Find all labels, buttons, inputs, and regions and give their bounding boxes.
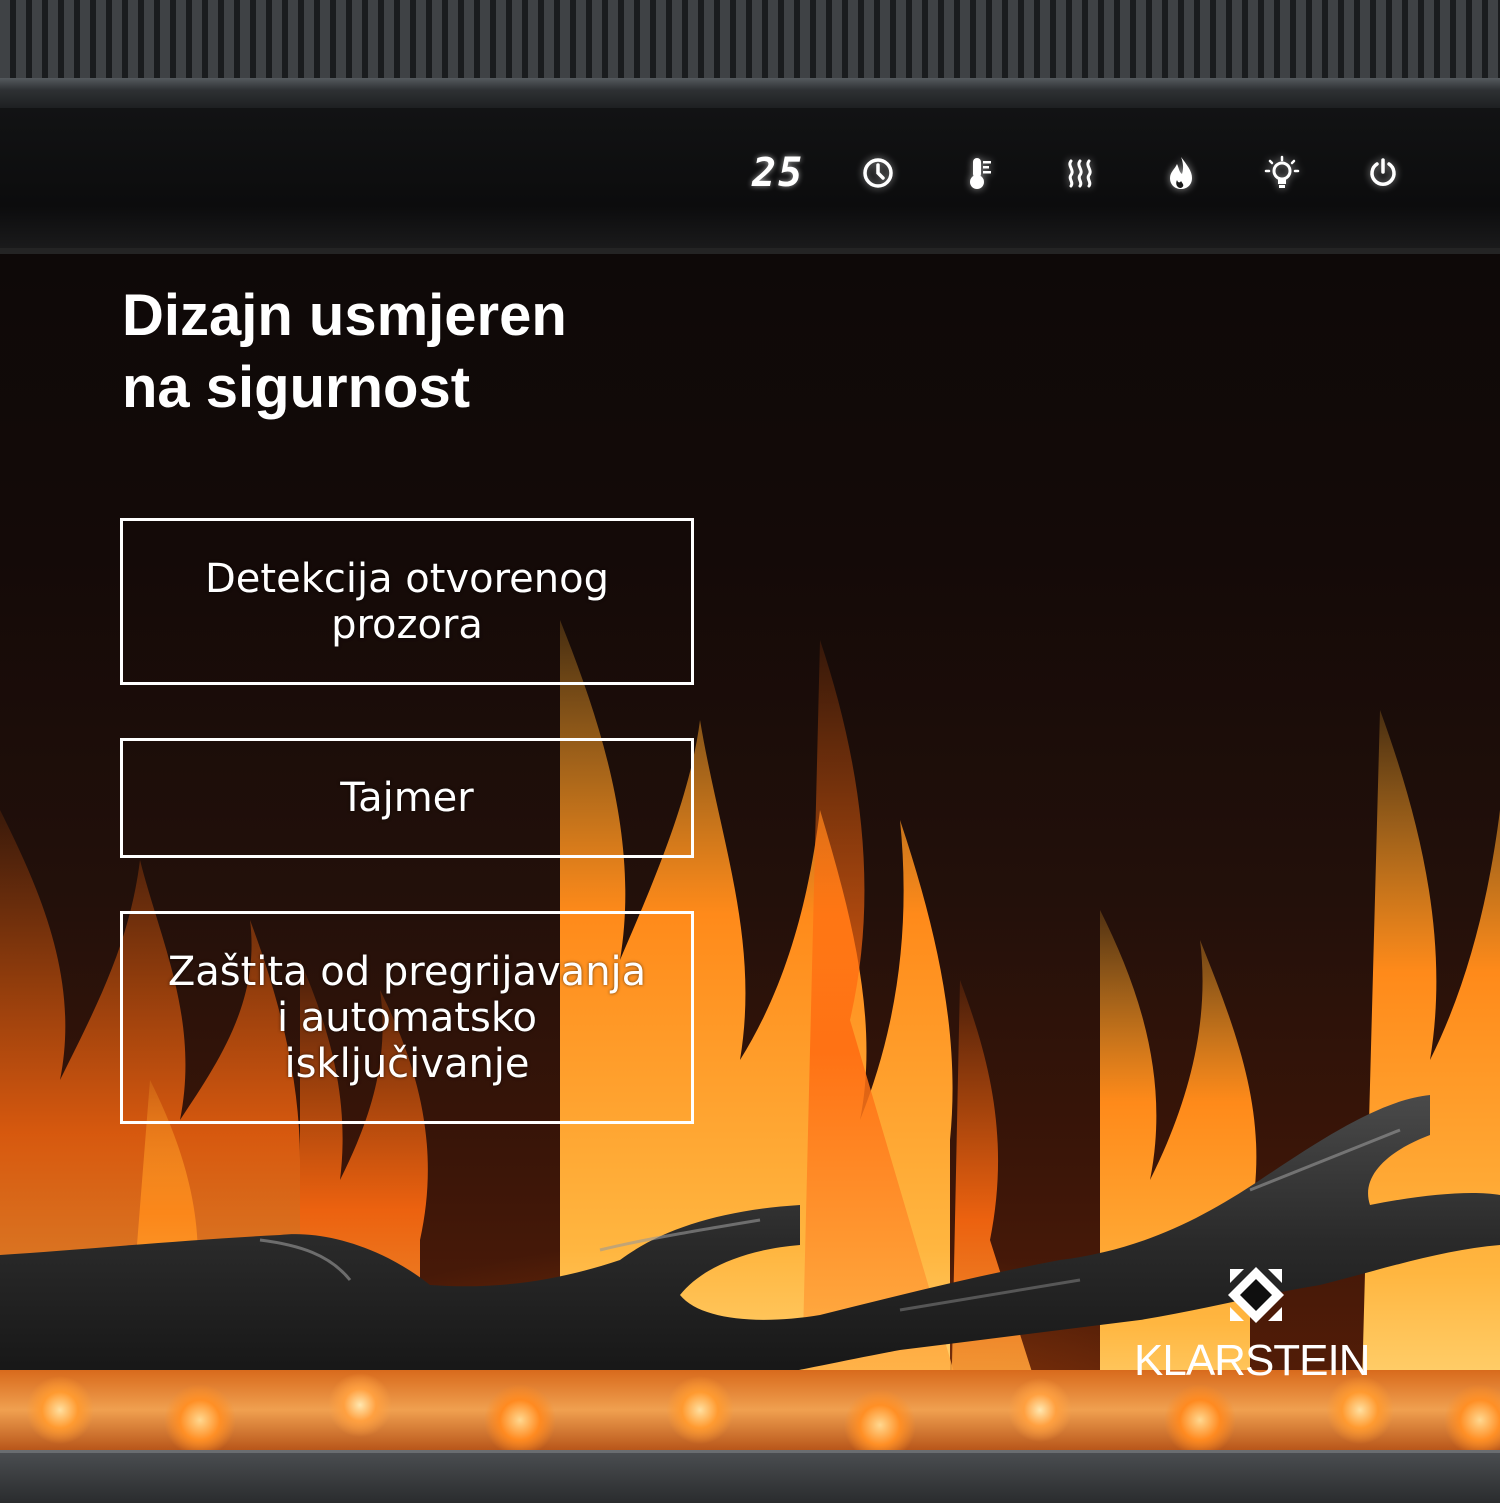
top-frame-edge (0, 78, 1500, 108)
timer-icon (863, 158, 893, 188)
top-vent-grille (0, 0, 1500, 78)
brand-name: KLARSTEIN (1134, 1336, 1371, 1385)
thermostat-icon (970, 158, 991, 189)
feature-text-line: Zaštita od pregrijavanja (167, 948, 647, 995)
light-bulb-icon (1264, 155, 1300, 188)
headline-line-1: Dizajn usmjeren (122, 283, 567, 348)
feature-text-line: Tajmer (340, 775, 474, 821)
feature-box-timer: Tajmer (120, 738, 694, 858)
feature-box-window-detection: Detekcija otvorenog prozora (120, 518, 694, 685)
heat-icon (1068, 159, 1092, 188)
klarstein-logo-icon (1228, 1267, 1284, 1323)
headline-line-2: na sigurnost (122, 355, 471, 420)
feature-text-line: Detekcija otvorenog (204, 555, 609, 602)
temperature-display: 25 (752, 150, 805, 196)
feature-text-line: i automatsko (276, 994, 538, 1041)
heat-button[interactable] (1055, 150, 1105, 196)
headline: Dizajn usmjeren na sigurnost (122, 280, 742, 424)
flame-icon (1170, 157, 1192, 189)
light-button[interactable] (1257, 150, 1307, 196)
timer-button[interactable] (853, 150, 903, 196)
flame-button[interactable] (1156, 150, 1206, 196)
power-icon (1370, 158, 1396, 186)
power-button[interactable] (1358, 150, 1408, 196)
bottom-frame (0, 1450, 1500, 1503)
thermostat-button[interactable] (955, 150, 1005, 196)
feature-text-line: prozora (331, 601, 483, 648)
